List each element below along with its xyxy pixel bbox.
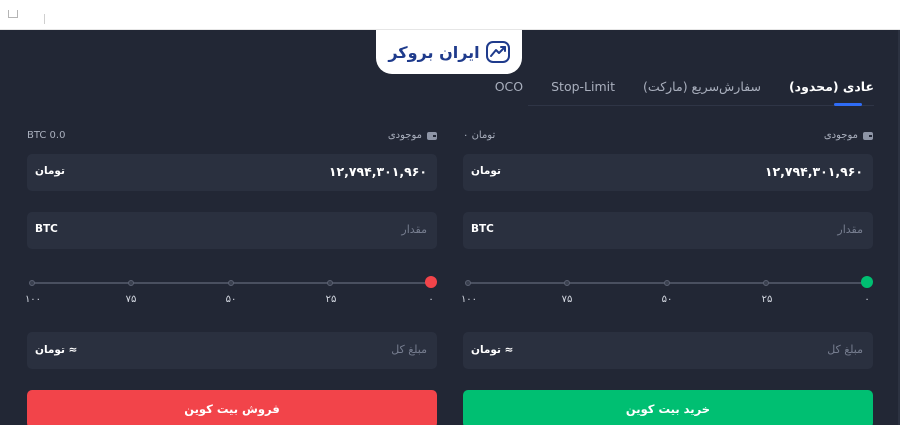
buy-price-value: ۱۲,۷۹۴,۳۰۱,۹۶۰ <box>764 164 863 179</box>
sell-total-unit: ≈ تومان <box>35 344 78 356</box>
sell-balance-value: BTC 0.0 <box>27 130 66 141</box>
buy-total-unit: ≈ تومان <box>471 344 514 356</box>
slider-label: ۷۵ <box>561 294 573 305</box>
sell-bitcoin-button[interactable]: فروش بیت کوین <box>27 390 437 425</box>
slider-label: ۲۵ <box>761 294 773 305</box>
divider <box>44 14 45 24</box>
sell-balance-label: موجودی <box>387 130 422 141</box>
sell-amount-field[interactable]: مقدار BTC <box>27 212 437 249</box>
buy-balance: موجودی <box>824 130 873 141</box>
window-icon <box>8 10 18 18</box>
tab-limit[interactable]: عادی (محدود) <box>789 76 874 106</box>
sell-price-value: ۱۲,۷۹۴,۳۰۱,۹۶۰ <box>328 164 427 179</box>
slider-step[interactable] <box>29 280 35 286</box>
order-type-tabs: عادی (محدود) سفارش‌سریع (مارکت) Stop-Lim… <box>495 76 874 106</box>
tab-market[interactable]: سفارش‌سریع (مارکت) <box>643 76 761 94</box>
sell-amount-unit: BTC <box>35 223 58 235</box>
slider-step[interactable] <box>465 280 471 286</box>
buy-amount-unit: BTC <box>471 223 494 235</box>
sell-amount-placeholder: مقدار <box>401 223 427 236</box>
buy-amount-field[interactable]: مقدار BTC <box>463 212 873 249</box>
slider-label: ۲۵ <box>325 294 337 305</box>
brand-logo[interactable]: ایران بروکر <box>376 30 522 74</box>
slider-step[interactable] <box>327 280 333 286</box>
slider-step[interactable] <box>128 280 134 286</box>
slider-thumb[interactable] <box>861 276 873 288</box>
slider-label: ۷۵ <box>125 294 137 305</box>
slider-step[interactable] <box>564 280 570 286</box>
trade-panel: ایران بروکر عادی (محدود) سفارش‌سریع (مار… <box>0 30 900 425</box>
sell-total-placeholder: مبلغ کل <box>391 343 427 356</box>
sell-balance: موجودی <box>388 130 437 141</box>
buy-bitcoin-button[interactable]: خرید بیت کوین <box>463 390 873 425</box>
slider-label: ۵۰ <box>661 294 673 305</box>
slider-thumb[interactable] <box>425 276 437 288</box>
slider-label: ۰ <box>864 294 870 305</box>
wallet-icon <box>427 131 437 140</box>
buy-amount-placeholder: مقدار <box>837 223 863 236</box>
buy-total-field[interactable]: مبلغ کل ≈ تومان <box>463 332 873 369</box>
buy-balance-label: موجودی <box>823 130 858 141</box>
slider-label: ۰ <box>428 294 434 305</box>
tab-oco[interactable]: OCO <box>495 76 523 94</box>
sell-price-field[interactable]: ۱۲,۷۹۴,۳۰۱,۹۶۰ تومان <box>27 154 437 191</box>
wallet-icon <box>863 131 873 140</box>
sell-percent-slider[interactable]: ۰ ۲۵ ۵۰ ۷۵ ۱۰۰ <box>24 274 437 308</box>
chart-trend-icon <box>485 41 510 63</box>
slider-step[interactable] <box>664 280 670 286</box>
buy-price-unit: تومان <box>471 165 501 177</box>
sell-total-field[interactable]: مبلغ کل ≈ تومان <box>27 332 437 369</box>
sell-form: BTC 0.0 موجودی ۱۲,۷۹۴,۳۰۱,۹۶۰ تومان مقدا… <box>24 126 437 425</box>
buy-price-field[interactable]: ۱۲,۷۹۴,۳۰۱,۹۶۰ تومان <box>463 154 873 191</box>
tab-stop-limit[interactable]: Stop-Limit <box>551 76 615 94</box>
buy-balance-value: ۰ تومان <box>463 130 496 141</box>
buy-total-placeholder: مبلغ کل <box>827 343 863 356</box>
top-bar <box>0 0 900 30</box>
buy-percent-slider[interactable]: ۰ ۲۵ ۵۰ ۷۵ ۱۰۰ <box>460 274 873 308</box>
slider-label: ۱۰۰ <box>460 294 478 305</box>
slider-step[interactable] <box>228 280 234 286</box>
brand-name: ایران بروکر <box>388 42 480 62</box>
slider-step[interactable] <box>763 280 769 286</box>
sell-price-unit: تومان <box>35 165 65 177</box>
slider-label: ۵۰ <box>225 294 237 305</box>
slider-label: ۱۰۰ <box>24 294 42 305</box>
buy-form: ۰ تومان موجودی ۱۲,۷۹۴,۳۰۱,۹۶۰ تومان مقدا… <box>460 126 873 425</box>
